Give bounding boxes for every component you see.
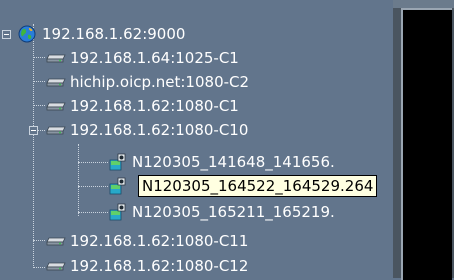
tree-child[interactable]: N120305_164522_164529.264	[0, 174, 393, 198]
tree-node[interactable]: 192.168.1.62:1080-C11	[0, 229, 380, 253]
tree-node-expanded[interactable]: 192.168.1.62:1080-C10	[0, 118, 380, 142]
collapse-toggle[interactable]	[2, 30, 11, 39]
panel-border	[393, 0, 454, 8]
hover-tooltip-label: N120305_164522_164529.264	[138, 175, 378, 197]
device-icon	[46, 262, 66, 271]
tree-node[interactable]: 192.168.1.62:1080-C12	[0, 254, 380, 278]
device-icon	[46, 126, 66, 135]
globe-icon	[18, 25, 36, 43]
tree-node[interactable]: 192.168.1.64:1025-C1	[0, 46, 380, 70]
tree-node-label: 192.168.1.62:1080-C12	[70, 257, 249, 275]
device-tree[interactable]: 192.168.1.62:9000 192.168.1.64:1025-C1 h…	[0, 0, 393, 278]
tree-node[interactable]: hichip.oicp.net:1080-C2	[0, 70, 380, 94]
video-panel-frame	[393, 0, 454, 280]
device-icon	[46, 78, 66, 87]
tree-child[interactable]: N120305_165211_165219.	[0, 200, 393, 224]
tree-node-label: 192.168.1.62:1080-C10	[70, 121, 249, 139]
device-icon	[46, 54, 66, 63]
device-icon	[46, 102, 66, 111]
tree-root-label: 192.168.1.62:9000	[42, 25, 186, 43]
device-icon	[46, 237, 66, 246]
tree-node-label: 192.168.1.62:1080-C1	[70, 97, 239, 115]
tree-node[interactable]: 192.168.1.62:1080-C1	[0, 94, 380, 118]
tree-node-label: 192.168.1.64:1025-C1	[70, 49, 239, 67]
tree-root[interactable]: 192.168.1.62:9000	[0, 22, 380, 46]
tree-child-label: N120305_165211_165219.	[132, 203, 335, 221]
camera-file-icon	[109, 177, 126, 195]
tree-node-label: hichip.oicp.net:1080-C2	[70, 73, 250, 91]
tree-child[interactable]: N120305_141648_141656.	[0, 150, 393, 174]
collapse-toggle[interactable]	[29, 126, 38, 135]
tree-node-label: 192.168.1.62:1080-C11	[70, 232, 249, 250]
video-display-area[interactable]	[401, 8, 452, 280]
tree-child-label: N120305_141648_141656.	[132, 153, 335, 171]
camera-file-icon	[109, 153, 126, 171]
camera-file-icon	[109, 203, 126, 221]
